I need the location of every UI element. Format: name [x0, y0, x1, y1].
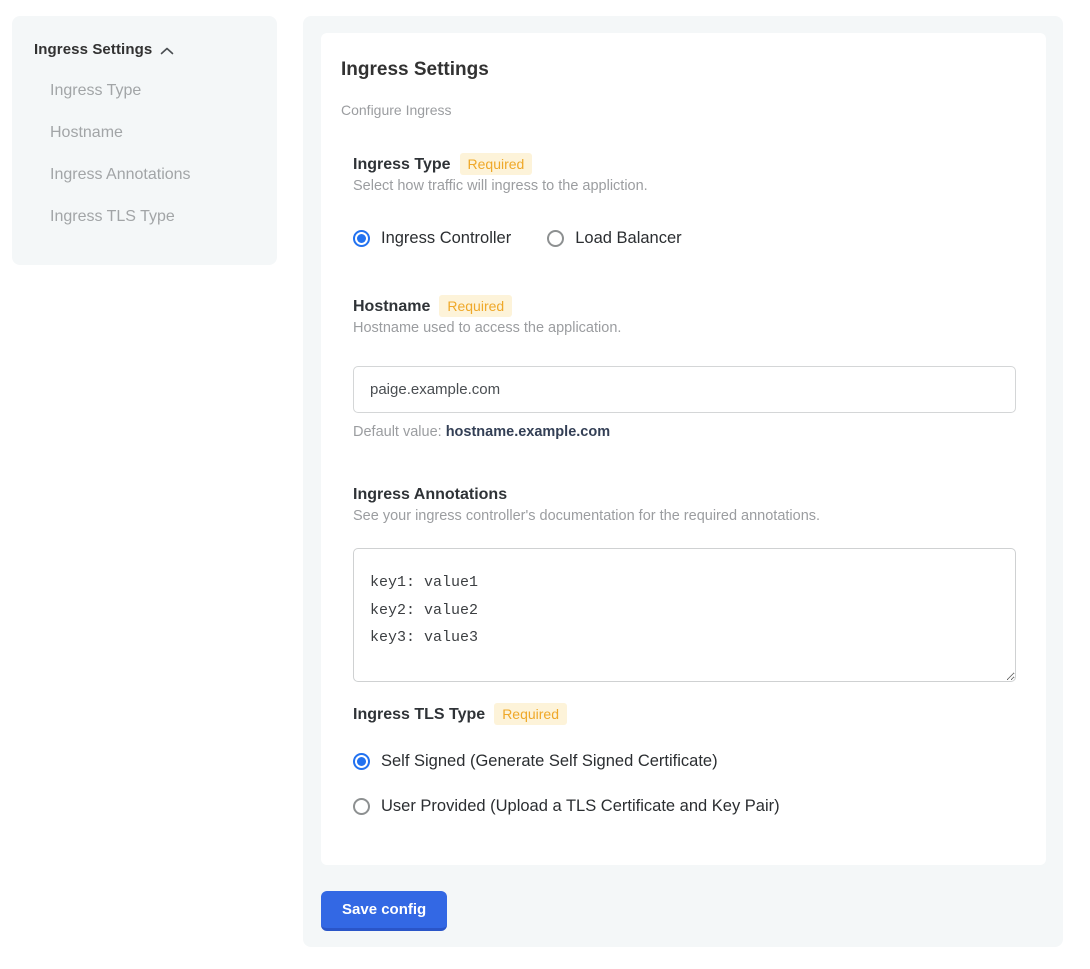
radio-option-self-signed[interactable]: Self Signed (Generate Self Signed Certif… — [353, 751, 1016, 772]
hostname-default-value: hostname.example.com — [446, 424, 610, 440]
page-title: Ingress Settings — [341, 58, 1016, 82]
field-label-hostname: Hostname — [353, 296, 430, 317]
hostname-default-line: Default value: hostname.example.com — [353, 424, 1016, 440]
radio-label: User Provided (Upload a TLS Certificate … — [381, 796, 780, 817]
field-label-ingress-tls-type: Ingress TLS Type — [353, 704, 485, 725]
radio-label: Load Balancer — [575, 228, 681, 249]
radio-option-load-balancer[interactable]: Load Balancer — [547, 228, 681, 249]
required-badge: Required — [439, 295, 512, 317]
radio-button-icon[interactable] — [353, 230, 370, 247]
radio-label: Ingress Controller — [381, 228, 511, 249]
radio-button-icon[interactable] — [547, 230, 564, 247]
field-help-hostname: Hostname used to access the application. — [353, 319, 1016, 338]
config-nav-sidebar: Ingress Settings Ingress Type Hostname I… — [12, 16, 277, 265]
sidebar-item-ingress-type[interactable]: Ingress Type — [50, 81, 259, 101]
field-ingress-tls-type: Ingress TLS Type Required Self Signed (G… — [353, 703, 1016, 817]
radio-label: Self Signed (Generate Self Signed Certif… — [381, 751, 718, 772]
page-subtitle: Configure Ingress — [341, 101, 1016, 119]
ingress-annotations-textarea[interactable]: key1: value1 key2: value2 key3: value3 — [353, 548, 1016, 682]
radio-button-icon[interactable] — [353, 753, 370, 770]
chevron-up-icon — [160, 46, 174, 56]
radio-option-user-provided[interactable]: User Provided (Upload a TLS Certificate … — [353, 796, 1016, 817]
field-hostname: Hostname Required Hostname used to acces… — [353, 295, 1016, 440]
radio-button-icon[interactable] — [353, 798, 370, 815]
sidebar-item-hostname[interactable]: Hostname — [50, 123, 259, 143]
sidebar-group-label: Ingress Settings — [34, 41, 152, 58]
ingress-settings-card: Ingress Settings Configure Ingress Ingre… — [321, 33, 1046, 865]
default-prefix: Default value: — [353, 424, 446, 440]
required-badge: Required — [460, 153, 533, 175]
field-label-ingress-type: Ingress Type — [353, 154, 451, 175]
field-ingress-type: Ingress Type Required Select how traffic… — [353, 153, 1016, 249]
field-help-ingress-type: Select how traffic will ingress to the a… — [353, 177, 1016, 196]
ingress-type-radio-group: Ingress Controller Load Balancer — [353, 228, 1016, 249]
hostname-input[interactable] — [353, 366, 1016, 413]
tls-type-radio-group: Self Signed (Generate Self Signed Certif… — [353, 751, 1016, 817]
sidebar-item-ingress-tls-type[interactable]: Ingress TLS Type — [50, 207, 259, 227]
required-badge: Required — [494, 703, 567, 725]
radio-option-ingress-controller[interactable]: Ingress Controller — [353, 228, 511, 249]
config-panel: Ingress Settings Configure Ingress Ingre… — [303, 16, 1063, 947]
sidebar-group-ingress-settings[interactable]: Ingress Settings — [34, 41, 259, 58]
field-label-ingress-annotations: Ingress Annotations — [353, 484, 507, 505]
field-ingress-annotations: Ingress Annotations See your ingress con… — [353, 484, 1016, 682]
form-fields: Ingress Type Required Select how traffic… — [353, 153, 1016, 817]
sidebar-item-ingress-annotations[interactable]: Ingress Annotations — [50, 165, 259, 185]
field-help-ingress-annotations: See your ingress controller's documentat… — [353, 507, 1016, 526]
save-config-button[interactable]: Save config — [321, 891, 447, 931]
sidebar-item-list: Ingress Type Hostname Ingress Annotation… — [50, 81, 259, 227]
